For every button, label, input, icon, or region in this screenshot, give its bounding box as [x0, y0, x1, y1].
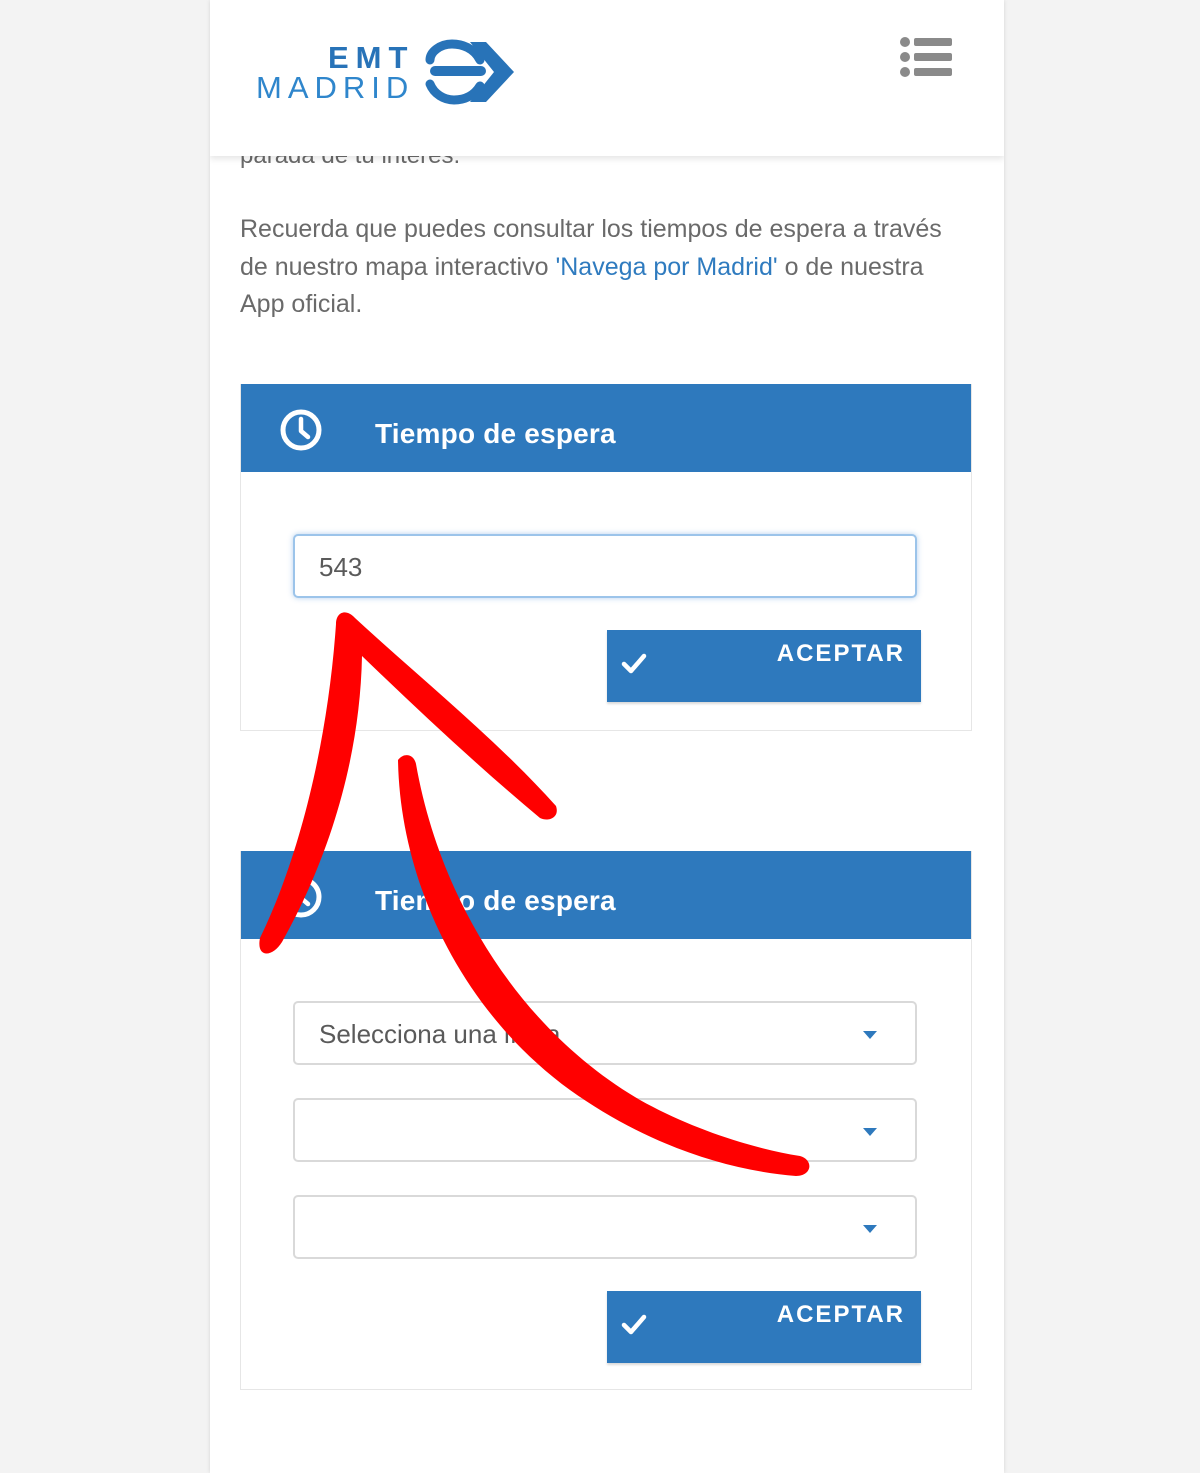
line-select[interactable]: Selecciona una línea	[293, 1001, 917, 1065]
clock-icon	[280, 409, 322, 451]
list-menu-icon[interactable]	[898, 36, 954, 78]
accept-button-label: ACEPTAR	[776, 640, 905, 667]
accept-stop-button[interactable]: ACEPTAR	[607, 630, 921, 702]
site-header: EMT MADRID	[210, 0, 1004, 156]
page-content: parada de tu interés. Recuerda que puede…	[210, 0, 1004, 1473]
chevron-down-icon	[863, 1128, 877, 1136]
clock-icon	[280, 876, 322, 918]
panel-title: Tiempo de espera	[375, 418, 616, 449]
direction-select[interactable]	[293, 1098, 917, 1162]
wait-time-line-panel: Tiempo de espera Selecciona una línea AC…	[240, 851, 972, 1390]
accept-line-button[interactable]: ACEPTAR	[607, 1291, 921, 1363]
wait-time-stop-panel: Tiempo de espera 543 ACEPTAR	[240, 384, 972, 731]
emt-madrid-logo[interactable]: EMT MADRID	[256, 38, 516, 108]
stop-number-input[interactable]: 543	[293, 534, 917, 598]
mobile-page: parada de tu interés. Recuerda que puede…	[210, 0, 1004, 1473]
navega-por-madrid-link[interactable]: 'Navega por Madrid'	[555, 253, 777, 281]
chevron-down-icon	[863, 1031, 877, 1039]
chevron-down-icon	[863, 1225, 877, 1233]
intro-paragraph: Recuerda que puedes consultar los tiempo…	[240, 211, 970, 324]
emt-logo-mark-icon	[425, 39, 514, 105]
check-icon	[621, 653, 647, 674]
check-icon	[621, 1314, 647, 1335]
panel-header: Tiempo de espera	[241, 384, 971, 472]
panel-title: Tiempo de espera	[375, 885, 616, 916]
line-select-value: Selecciona una línea	[319, 1019, 561, 1049]
panel-header: Tiempo de espera	[241, 851, 971, 939]
stop-select[interactable]	[293, 1195, 917, 1259]
logo-text-madrid: MADRID	[256, 70, 415, 105]
stop-number-value: 543	[319, 552, 363, 582]
accept-button-label: ACEPTAR	[776, 1301, 905, 1328]
